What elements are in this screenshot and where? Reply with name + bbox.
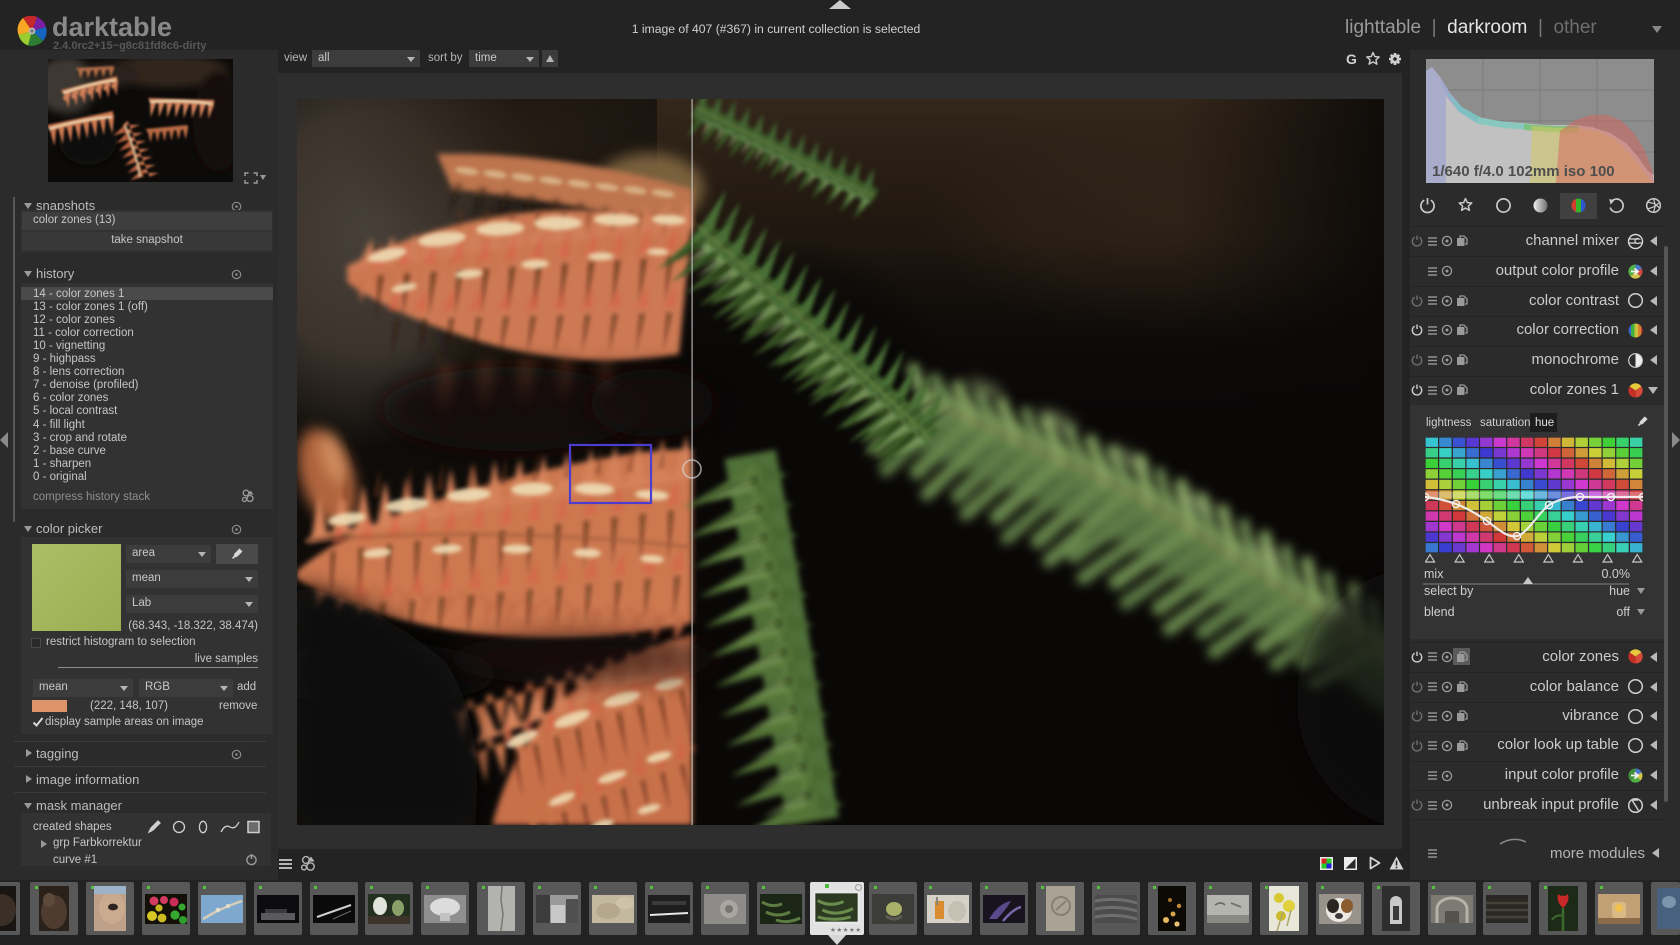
svg-text:1/640 f/4.0 102mm iso 100: 1/640 f/4.0 102mm iso 100	[1432, 163, 1615, 180]
